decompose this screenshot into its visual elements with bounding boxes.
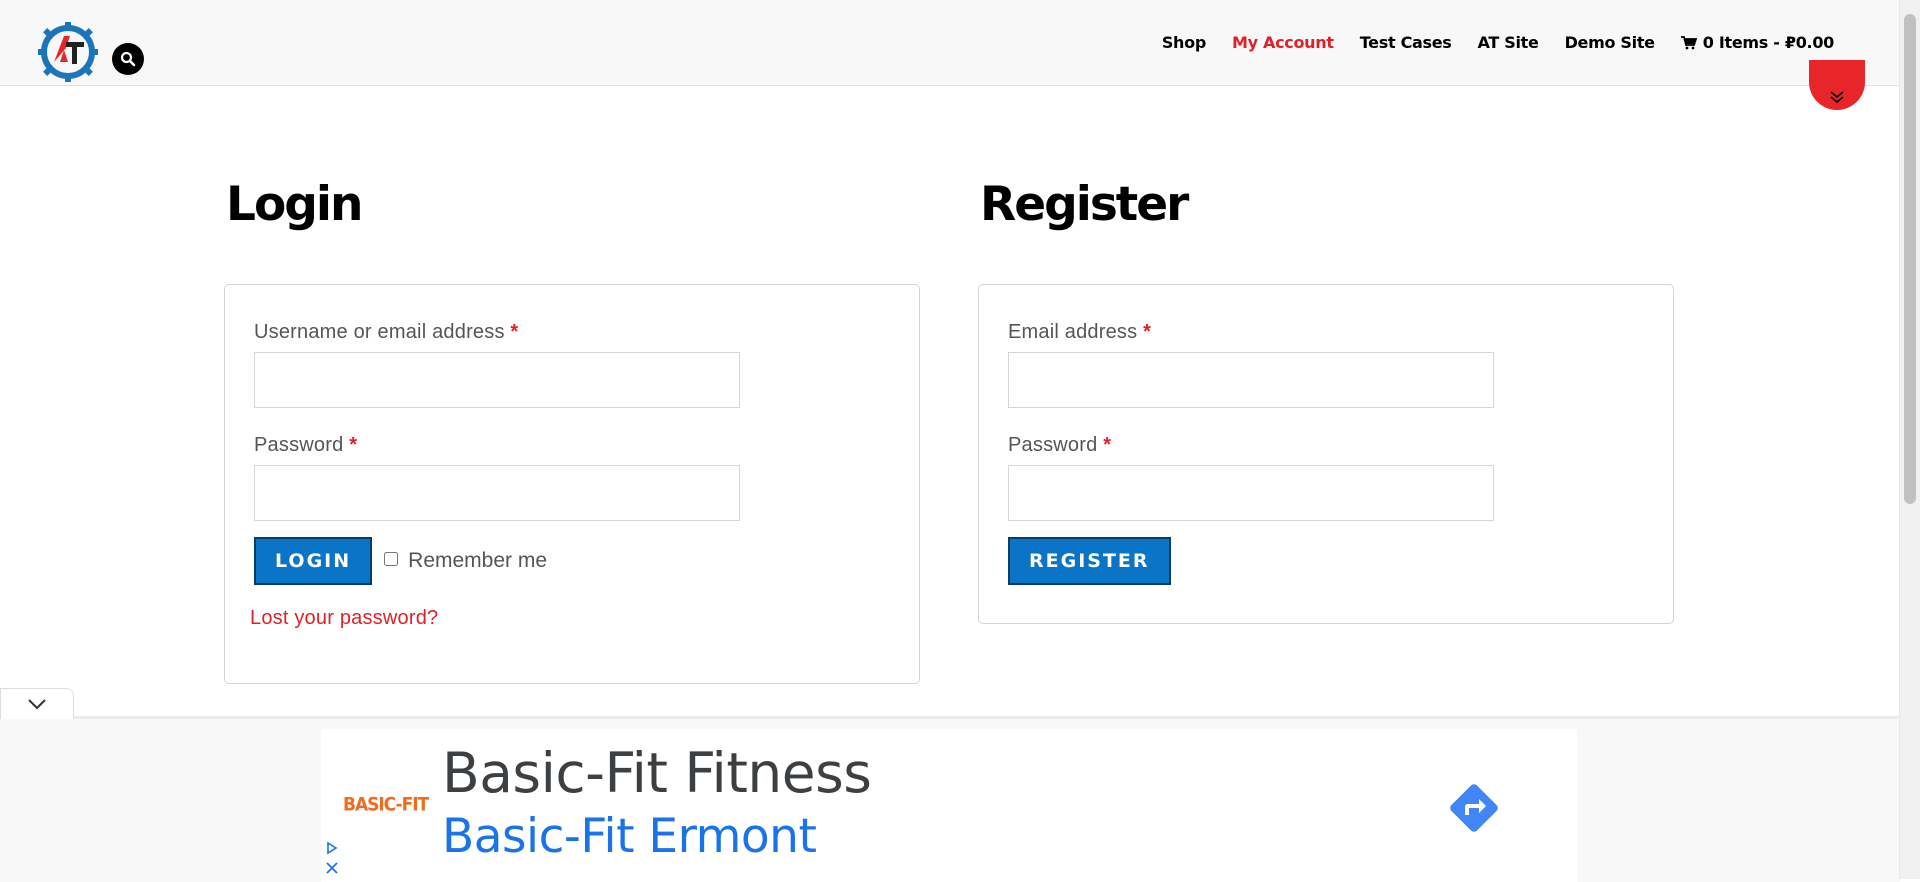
register-password-input[interactable] — [1008, 465, 1494, 521]
required-mark: * — [1103, 434, 1112, 456]
register-email-input[interactable] — [1008, 352, 1494, 408]
username-input[interactable] — [254, 352, 740, 408]
site-logo[interactable] — [36, 18, 100, 82]
ad-directions-button[interactable] — [1443, 777, 1505, 839]
ad-title[interactable]: Basic-Fit Fitness — [442, 741, 872, 805]
register-section: Register Email address * Password * REGI… — [978, 170, 1674, 624]
remember-me[interactable]: Remember me — [384, 549, 547, 573]
login-section: Login Username or email address * Passwo… — [224, 170, 920, 684]
lost-password-link[interactable]: Lost your password? — [250, 607, 438, 630]
nav-demo-site[interactable]: Demo Site — [1565, 33, 1655, 52]
required-mark: * — [349, 434, 358, 456]
search-button[interactable] — [112, 43, 144, 75]
ad-logo: BASIC-FIT — [343, 794, 429, 816]
double-chevron-down-icon — [1830, 91, 1844, 104]
search-icon — [120, 51, 136, 67]
directions-icon — [1450, 784, 1498, 832]
remember-me-checkbox[interactable] — [384, 552, 399, 566]
login-button[interactable]: LOGIN — [254, 537, 373, 585]
ad-close-icon[interactable] — [325, 861, 339, 875]
register-button[interactable]: REGISTER — [1008, 537, 1171, 585]
nav-at-site[interactable]: AT Site — [1478, 33, 1539, 52]
gear-logo-icon — [38, 22, 98, 82]
email-label: Email address * — [1008, 321, 1152, 343]
chevron-down-icon — [28, 699, 46, 710]
ad-collapse-tab[interactable] — [0, 688, 74, 719]
ad-choices-icon[interactable] — [325, 841, 339, 855]
cart-icon — [1680, 35, 1697, 49]
site-header: Shop My Account Test Cases AT Site Demo … — [0, 0, 1900, 86]
password-label: Password * — [254, 434, 358, 456]
vertical-scrollbar[interactable] — [1899, 0, 1920, 879]
ad-content[interactable]: BASIC-FIT Basic-Fit Fitness Basic-Fit Er… — [321, 729, 1577, 882]
register-actions: REGISTER — [1008, 537, 1644, 585]
register-form: Email address * Password * REGISTER — [978, 284, 1674, 624]
password-input[interactable] — [254, 465, 740, 521]
nav-my-account[interactable]: My Account — [1232, 33, 1334, 52]
login-actions: LOGIN Remember me — [254, 537, 890, 585]
ad-banner: BASIC-FIT Basic-Fit Fitness Basic-Fit Er… — [0, 716, 1900, 882]
required-mark: * — [1143, 321, 1152, 343]
register-password-label: Password * — [1008, 434, 1112, 456]
nav-cart[interactable]: 0 Items - ₽0.00 — [1680, 33, 1834, 52]
scroll-down-button[interactable] — [1809, 60, 1865, 110]
username-label: Username or email address * — [254, 321, 519, 343]
login-title: Login — [226, 177, 363, 232]
ad-subtitle[interactable]: Basic-Fit Ermont — [442, 809, 817, 864]
main-nav: Shop My Account Test Cases AT Site Demo … — [1136, 33, 1834, 52]
nav-test-cases[interactable]: Test Cases — [1360, 33, 1452, 52]
required-mark: * — [510, 321, 519, 343]
scrollbar-thumb[interactable] — [1904, 14, 1916, 504]
nav-shop[interactable]: Shop — [1162, 33, 1206, 52]
register-title: Register — [980, 177, 1189, 232]
login-form: Username or email address * Password * L… — [224, 284, 920, 684]
